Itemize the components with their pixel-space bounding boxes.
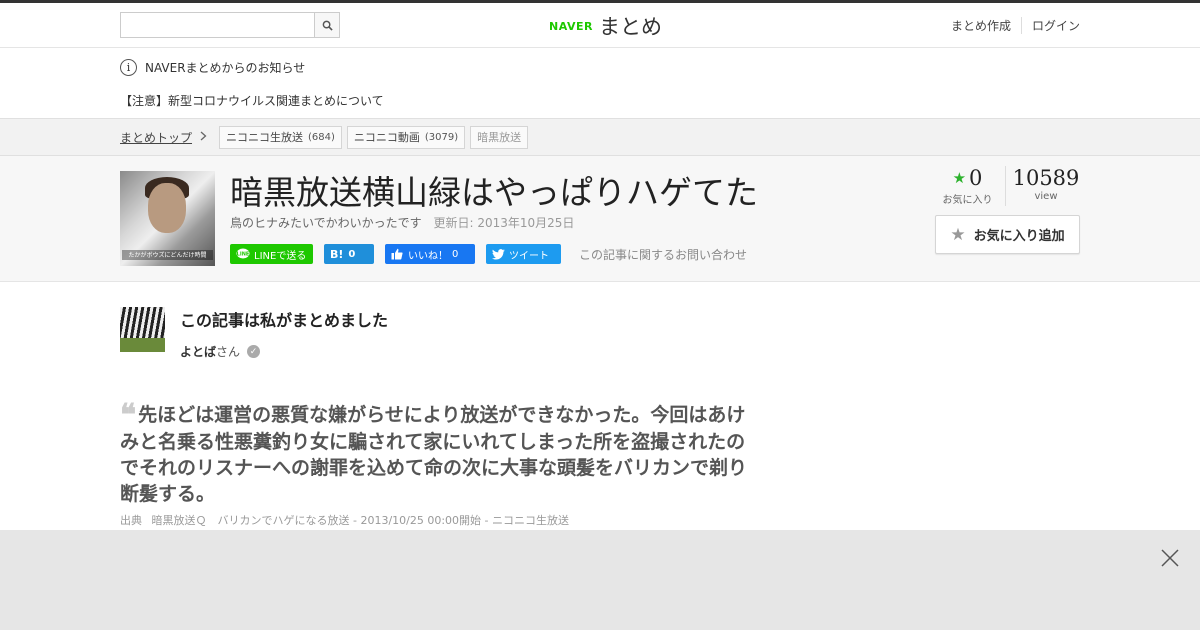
article-stats: ★ 0 お気に入り 10589 view — [936, 166, 1080, 206]
thumb-face — [148, 183, 186, 233]
view-label: view — [1034, 191, 1058, 202]
info-icon: i — [120, 58, 137, 76]
updated-date: 更新日: 2013年10月25日 — [433, 216, 575, 230]
tag-label: ニコニコ生放送 — [226, 131, 304, 144]
avatar-grass — [120, 338, 165, 352]
view-count: 10589 — [1012, 166, 1080, 190]
tag-niconico-video[interactable]: ニコニコ動画 (3079) — [346, 125, 466, 149]
star-outline-icon: ★ — [950, 224, 966, 245]
line-share-label: LINEで送る — [254, 250, 307, 262]
view-stat: 10589 view — [1006, 166, 1080, 206]
favorite-count: 0 — [969, 166, 983, 190]
site-header: NAVER まとめ まとめ作成 ログイン — [0, 3, 1200, 48]
tag-niconico-live[interactable]: ニコニコ生放送 (684) — [219, 125, 342, 149]
search-input[interactable] — [121, 13, 314, 37]
close-overlay-button[interactable] — [1160, 548, 1180, 568]
author-suffix: さん — [216, 345, 241, 359]
star-icon: ★ — [952, 169, 967, 187]
article-inquiry-link[interactable]: この記事に関するお問い合わせ — [579, 246, 747, 263]
article-subline: 鳥のヒナみたいでかわいかったです 更新日: 2013年10月25日 — [230, 214, 574, 231]
author-name-row: よとば さん ✓ — [180, 343, 388, 360]
close-icon — [1161, 549, 1179, 567]
article-title: 暗黒放送横山緑はやっぱりハゲてた — [230, 173, 758, 212]
search-button[interactable] — [314, 13, 339, 37]
thumbs-up-icon — [391, 248, 403, 260]
chevron-right-icon — [200, 130, 207, 144]
breadcrumb-top-link[interactable]: まとめトップ — [120, 129, 192, 146]
notice-link[interactable]: 【注意】新型コロナウイルス関連まとめについて — [120, 92, 1080, 109]
create-matome-link[interactable]: まとめ作成 — [941, 17, 1021, 34]
site-logo[interactable]: NAVER まとめ — [549, 11, 662, 41]
hatena-bookmark-button[interactable]: B! 0 — [324, 244, 374, 264]
author-text: この記事は私がまとめました よとば さん ✓ — [180, 307, 388, 360]
article-header: たかがボウズにどんだけ時間 暗黒放送横山緑はやっぱりハゲてた 鳥のヒナみたいでか… — [0, 156, 1200, 282]
twitter-bird-icon — [492, 248, 505, 260]
tag-ankoku-housou[interactable]: 暗黒放送 — [470, 125, 529, 149]
source-link[interactable]: 暗黒放送Ｑ バリカンでハゲになる放送 - 2013/10/25 00:00開始 … — [152, 514, 570, 527]
hatena-count: 0 — [348, 248, 356, 260]
favorite-stat: ★ 0 お気に入り — [936, 166, 1006, 206]
line-icon: LINE — [236, 248, 250, 259]
article-thumbnail: たかがボウズにどんだけ時間 — [120, 171, 215, 266]
tag-count: (3079) — [424, 131, 459, 143]
notice-section: i NAVERまとめからのお知らせ 【注意】新型コロナウイルス関連まとめについて — [0, 48, 1200, 118]
quote-source: 出典 暗黒放送Ｑ バリカンでハゲになる放送 - 2013/10/25 00:00… — [120, 512, 569, 528]
add-favorite-button[interactable]: ★ お気に入り追加 — [935, 215, 1080, 254]
header-links: まとめ作成 ログイン — [941, 17, 1080, 34]
author-name[interactable]: よとば — [180, 343, 216, 360]
tweet-label: ツイート — [509, 250, 549, 262]
avatar[interactable] — [120, 307, 165, 352]
facebook-like-count: 0 — [452, 248, 459, 260]
hatena-icon: B! — [330, 247, 344, 261]
thumb-caption: たかがボウズにどんだけ時間 — [122, 250, 213, 260]
source-label: 出典 — [120, 514, 142, 527]
search-box — [120, 12, 340, 38]
favorite-label: お気に入り — [942, 195, 993, 206]
quote-mark-icon: ❝ — [120, 398, 137, 433]
add-favorite-label: お気に入り追加 — [973, 229, 1065, 244]
author-heading: この記事は私がまとめました — [180, 311, 389, 330]
login-link[interactable]: ログイン — [1020, 17, 1080, 34]
article-description: 鳥のヒナみたいでかわいかったです — [230, 216, 422, 230]
notice-title: NAVERまとめからのお知らせ — [145, 60, 306, 75]
facebook-like-label: いいね！ — [408, 250, 448, 262]
quote-block: ❝ 先ほどは運営の悪質な嫌がらせにより放送ができなかった。今回はあけみと名乗る性悪… — [120, 401, 750, 507]
facebook-like-button[interactable]: いいね！ 0 — [385, 244, 475, 264]
tag-count: (684) — [308, 131, 335, 143]
svg-text:LINE: LINE — [237, 252, 250, 258]
quote-text: 先ほどは運営の悪質な嫌がらせにより放送ができなかった。今回はあけみと名乗る性悪糞… — [120, 404, 748, 505]
search-icon — [322, 20, 333, 31]
bottom-ad-overlay — [0, 530, 1200, 630]
tag-label: ニコニコ動画 — [353, 131, 420, 144]
logo-brand: NAVER — [549, 19, 593, 33]
verified-check-icon: ✓ — [247, 345, 261, 358]
tag-label: 暗黒放送 — [477, 131, 522, 144]
favorite-count-row: ★ 0 — [936, 166, 999, 190]
line-share-button[interactable]: LINE LINEで送る — [230, 244, 313, 264]
logo-text: まとめ — [598, 15, 662, 39]
notice-title-row: i NAVERまとめからのお知らせ — [120, 58, 1080, 76]
share-buttons: LINE LINEで送る B! 0 いいね！ 0 ツイート この記事に関するお問… — [230, 244, 747, 264]
breadcrumb: まとめトップ ニコニコ生放送 (684) ニコニコ動画 (3079) 暗黒放送 — [0, 118, 1200, 156]
tweet-button[interactable]: ツイート — [486, 244, 561, 264]
